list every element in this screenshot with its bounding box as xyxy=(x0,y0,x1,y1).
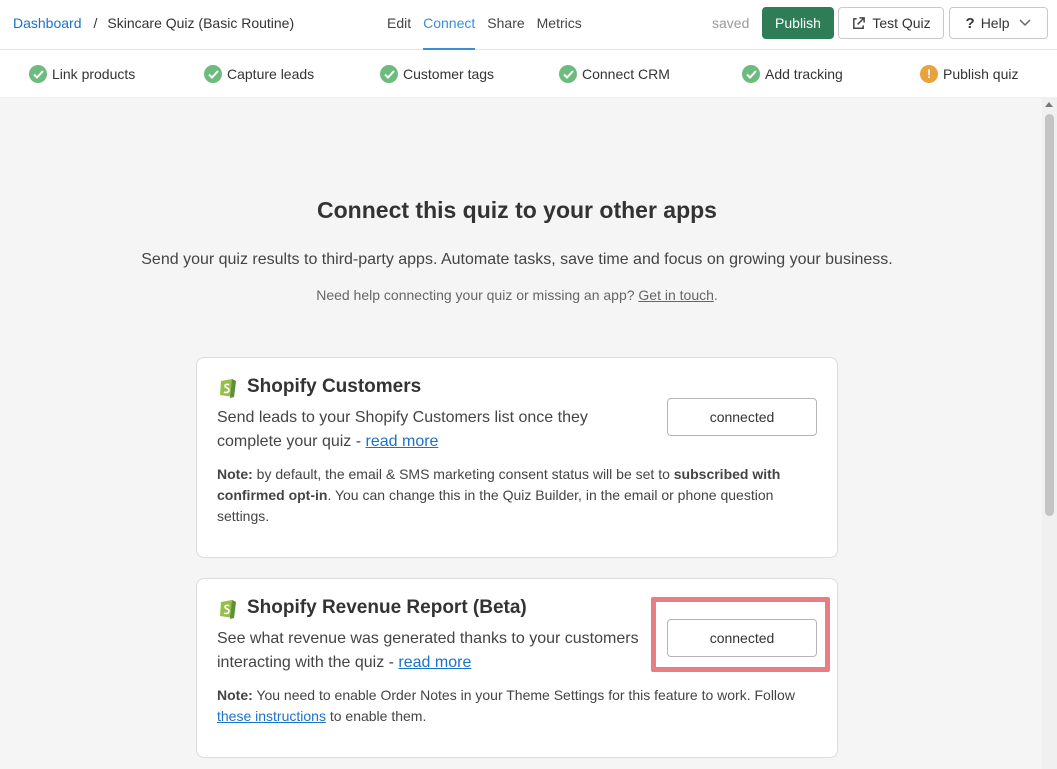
tab-connect[interactable]: Connect xyxy=(423,0,476,50)
save-status: saved xyxy=(712,15,750,31)
check-circle-icon xyxy=(559,65,577,83)
shopify-bag-icon xyxy=(220,379,236,398)
check-circle-icon xyxy=(742,65,760,83)
breadcrumb: Dashboard / Skincare Quiz (Basic Routine) xyxy=(13,15,294,31)
breadcrumb-dashboard-link[interactable]: Dashboard xyxy=(13,15,82,31)
these-instructions-link[interactable]: these instructions xyxy=(217,708,326,724)
external-link-icon xyxy=(853,16,866,29)
tab-edit[interactable]: Edit xyxy=(387,0,411,50)
step-customer-tags[interactable]: Customer tags xyxy=(380,65,494,83)
note-text-end: to enable them. xyxy=(325,708,427,724)
card-description: See what revenue was generated thanks to… xyxy=(217,627,657,675)
publish-button[interactable]: Publish xyxy=(762,7,834,39)
step-publish-quiz[interactable]: ! Publish quiz xyxy=(920,65,1019,83)
breadcrumb-separator: / xyxy=(93,15,98,31)
read-more-link[interactable]: read more xyxy=(366,433,439,450)
card-note: Note: by default, the email & SMS market… xyxy=(217,464,817,527)
step-label: Link products xyxy=(52,66,136,82)
help-button[interactable]: ? Help xyxy=(949,7,1048,39)
card-title: Shopify Revenue Report (Beta) xyxy=(247,597,527,618)
note-text: You need to enable Order Notes in your T… xyxy=(252,687,795,703)
chevron-down-icon xyxy=(1019,19,1032,27)
card-note: Note: You need to enable Order Notes in … xyxy=(217,685,817,727)
page-title: Connect this quiz to your other apps xyxy=(317,197,717,223)
check-circle-icon xyxy=(204,65,222,83)
step-label: Customer tags xyxy=(403,66,495,82)
step-connect-crm[interactable]: Connect CRM xyxy=(559,65,670,83)
integration-card-shopify-revenue-report: Shopify Revenue Report (Beta) See what r… xyxy=(196,578,838,758)
shopify-bag-icon xyxy=(220,600,236,619)
step-link-products[interactable]: Link products xyxy=(29,65,135,83)
help-period: . xyxy=(713,287,718,303)
card-description: Send leads to your Shopify Customers lis… xyxy=(217,406,657,454)
check-circle-icon xyxy=(29,65,47,83)
setup-steps-bar: Link products Capture leads Customer tag… xyxy=(0,50,1057,98)
step-add-tracking[interactable]: Add tracking xyxy=(742,65,843,83)
shopify-customers-connected-button[interactable]: connected xyxy=(667,398,817,436)
scroll-up-arrow-icon[interactable] xyxy=(1045,102,1053,107)
breadcrumb-current: Skincare Quiz (Basic Routine) xyxy=(107,15,295,31)
help-label: Help xyxy=(980,15,1010,31)
note-label: Note: xyxy=(217,466,253,482)
check-circle-icon xyxy=(380,65,398,83)
warning-icon: ! xyxy=(920,65,938,83)
help-text: Need help connecting your quiz or missin… xyxy=(0,287,1034,303)
scrollbar[interactable] xyxy=(1042,98,1057,769)
note-text: by default, the email & SMS marketing co… xyxy=(252,466,674,482)
test-quiz-button[interactable]: Test Quiz xyxy=(838,7,944,39)
page-subtitle: Send your quiz results to third-party ap… xyxy=(141,251,893,268)
tab-share[interactable]: Share xyxy=(487,0,524,50)
help-prompt: Need help connecting your quiz or missin… xyxy=(316,287,635,303)
step-capture-leads[interactable]: Capture leads xyxy=(204,65,314,83)
tab-metrics[interactable]: Metrics xyxy=(537,0,582,50)
question-icon: ? xyxy=(965,14,975,32)
integration-card-shopify-customers: Shopify Customers Send leads to your Sho… xyxy=(196,357,838,558)
step-label: Capture leads xyxy=(227,66,315,82)
get-in-touch-link[interactable]: Get in touch xyxy=(638,287,714,303)
main-nav: Edit Connect Share Metrics xyxy=(387,0,582,50)
shopify-revenue-connected-button[interactable]: connected xyxy=(667,619,817,657)
scrollbar-thumb[interactable] xyxy=(1045,114,1054,516)
card-title: Shopify Customers xyxy=(247,376,422,397)
top-bar: Dashboard / Skincare Quiz (Basic Routine) … xyxy=(0,0,1057,50)
note-label: Note: xyxy=(217,687,253,703)
read-more-link[interactable]: read more xyxy=(398,654,471,671)
step-label: Add tracking xyxy=(765,66,843,82)
test-quiz-label: Test Quiz xyxy=(872,15,931,31)
step-label: Publish quiz xyxy=(943,66,1019,82)
step-label: Connect CRM xyxy=(582,66,670,82)
